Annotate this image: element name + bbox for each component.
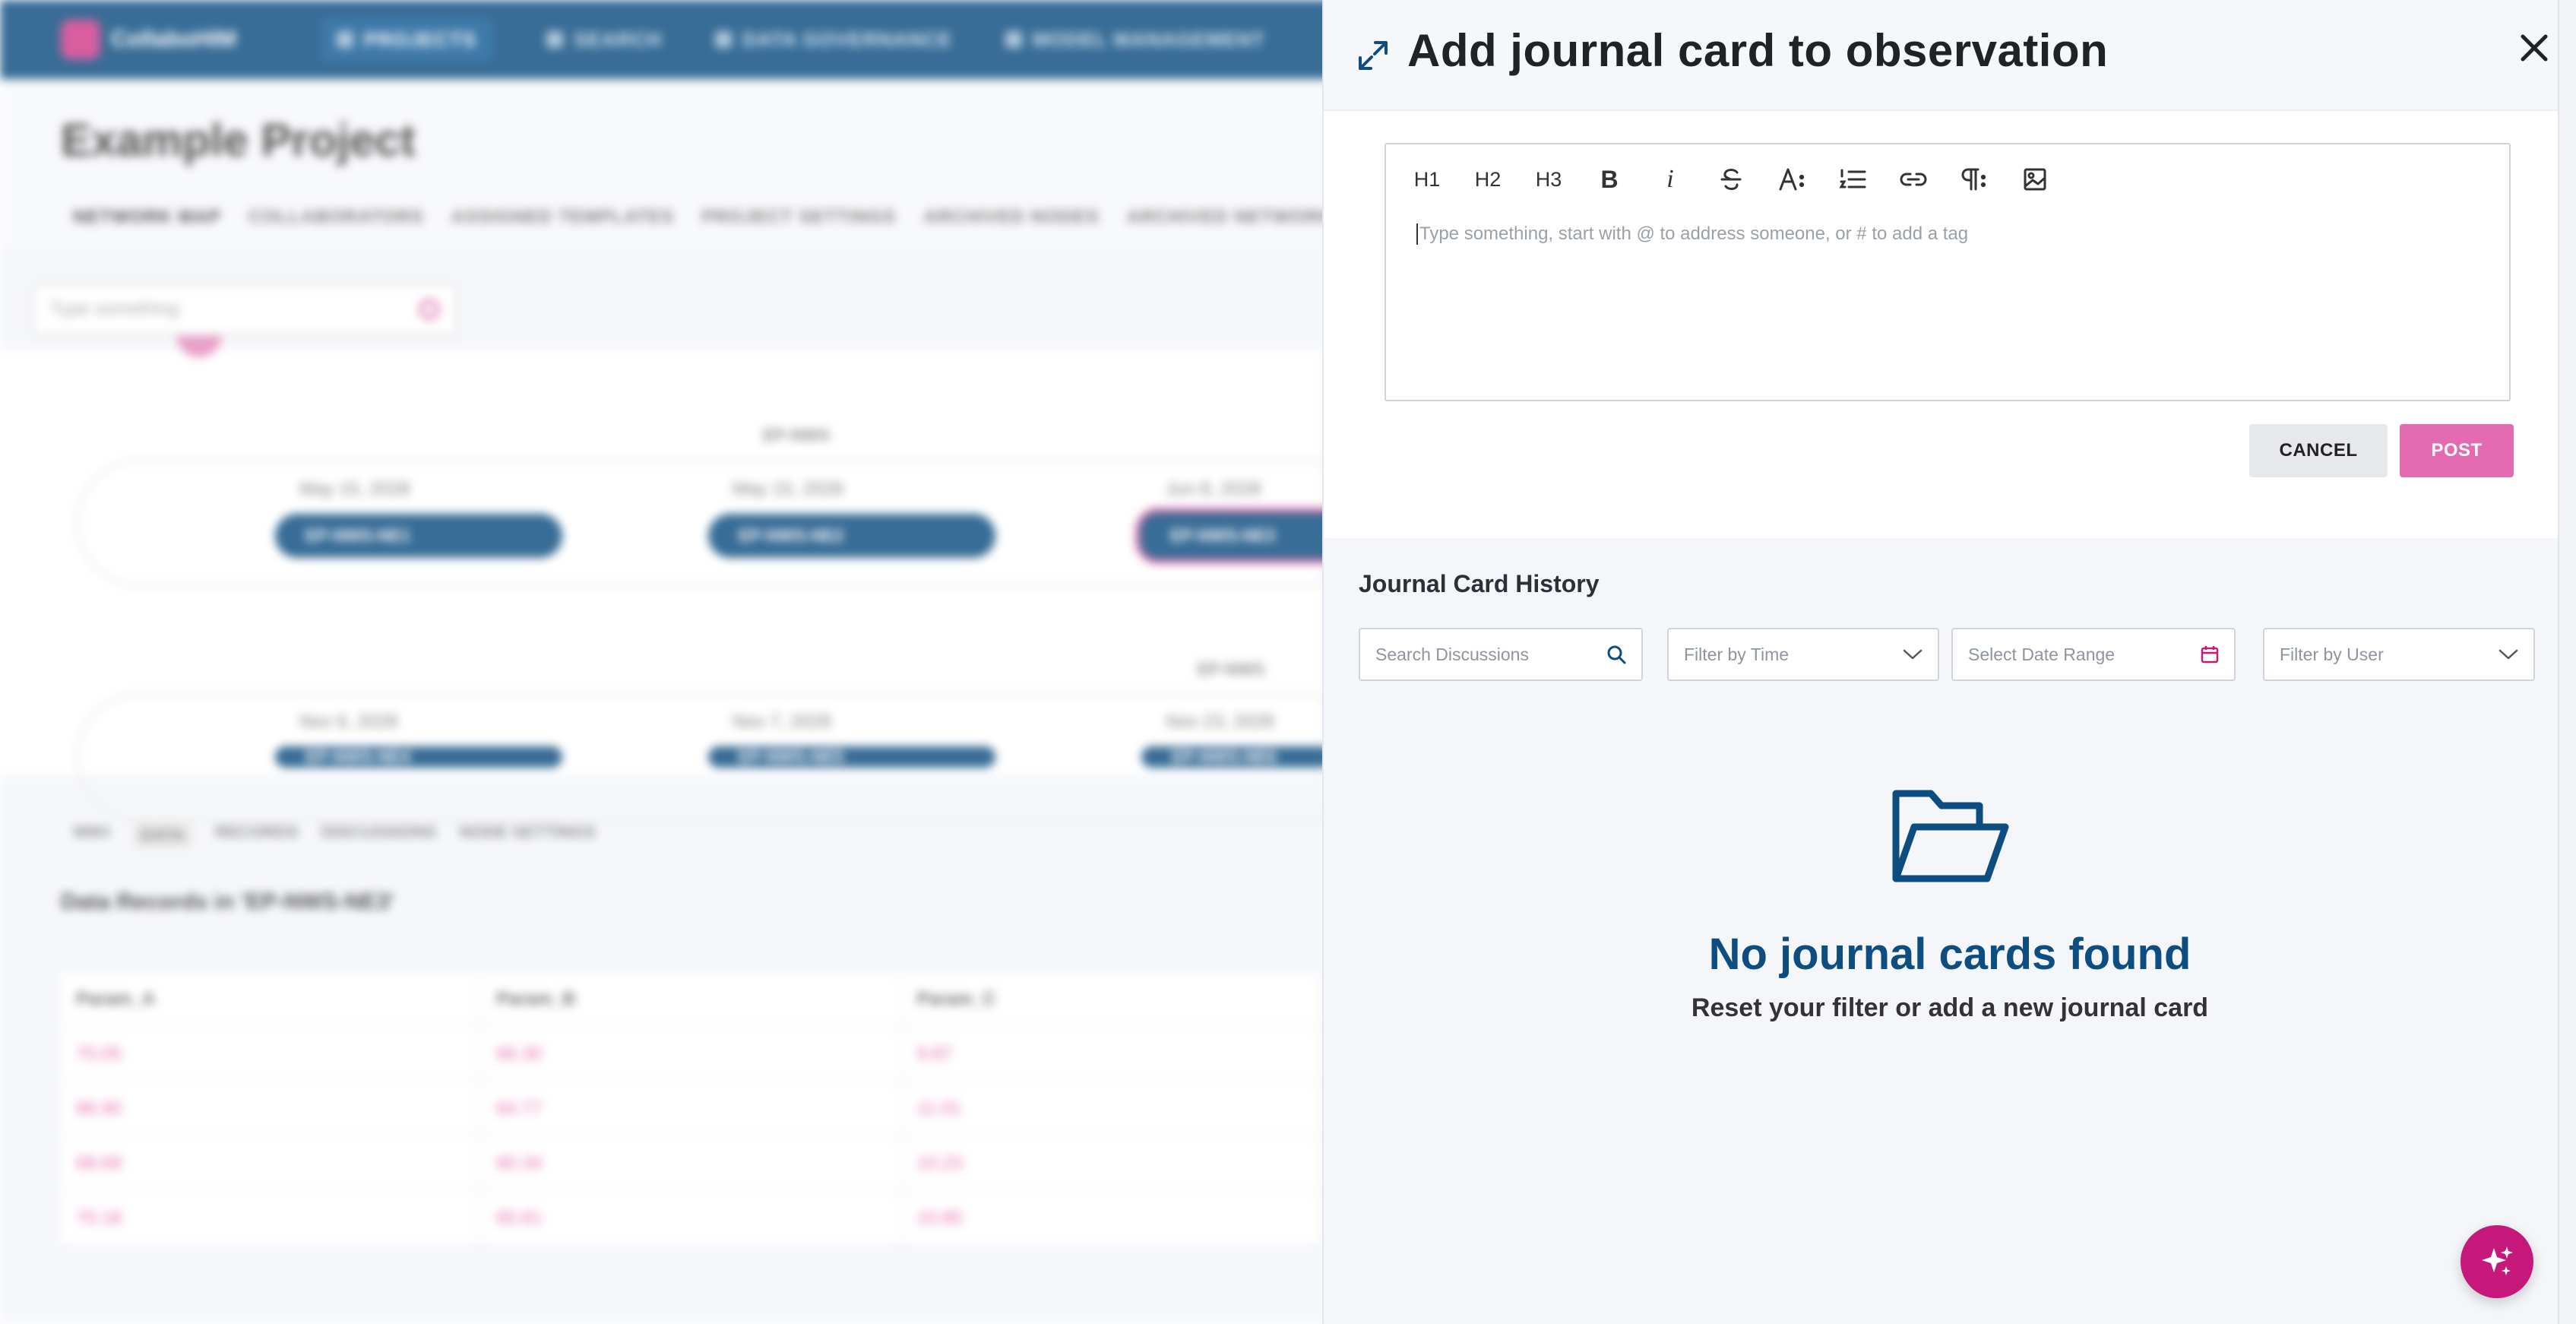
link-icon[interactable]: [1883, 158, 1944, 201]
numbered-list-icon[interactable]: [1822, 158, 1883, 201]
cancel-button[interactable]: CANCEL: [2249, 424, 2388, 477]
empty-state-title: No journal cards found: [1708, 930, 2191, 979]
empty-state: No journal cards found Reset your filter…: [1324, 783, 2576, 1023]
ai-assistant-button[interactable]: [2460, 1225, 2533, 1298]
image-icon[interactable]: [2005, 158, 2065, 201]
editor-placeholder: Type something, start with @ to address …: [1416, 223, 1968, 245]
filter-by-time-placeholder: Filter by Time: [1684, 644, 1790, 664]
close-icon[interactable]: [2515, 29, 2553, 67]
journal-card-drawer: Add journal card to observation H1 H2 H3…: [1322, 0, 2576, 1324]
search-discussions-input[interactable]: Search Discussions: [1359, 628, 1643, 681]
filter-by-user-select[interactable]: Filter by User: [2263, 628, 2535, 681]
rich-text-editor[interactable]: H1 H2 H3 B i Type something, start with …: [1385, 143, 2511, 401]
italic-button[interactable]: i: [1640, 158, 1701, 201]
expand-icon[interactable]: [1356, 38, 1391, 73]
date-range-placeholder: Select Date Range: [1968, 644, 2116, 664]
drawer-title: Add journal card to observation: [1407, 25, 2109, 76]
post-button[interactable]: POST: [2400, 424, 2514, 477]
search-discussions-placeholder: Search Discussions: [1375, 644, 1529, 664]
date-range-picker[interactable]: Select Date Range: [1951, 628, 2236, 681]
journal-composer: H1 H2 H3 B i Type something, start with …: [1324, 111, 2576, 538]
paragraph-icon[interactable]: [1944, 158, 2005, 201]
sparkle-icon: [2482, 1246, 2513, 1275]
font-size-icon[interactable]: [1761, 158, 1822, 201]
heading-2-button[interactable]: H2: [1457, 158, 1518, 201]
overlay-backdrop[interactable]: [0, 0, 1322, 1324]
bold-button[interactable]: B: [1579, 158, 1640, 201]
history-filters: Search Discussions Filter by Time Select…: [1359, 628, 2535, 681]
chevron-down-icon: [2498, 649, 2518, 660]
filter-by-time-select[interactable]: Filter by Time: [1667, 628, 1939, 681]
chevron-down-icon: [1903, 649, 1923, 660]
strikethrough-icon[interactable]: [1701, 158, 1761, 201]
heading-1-button[interactable]: H1: [1397, 158, 1457, 201]
search-icon: [1607, 645, 1626, 664]
calendar-icon: [2201, 646, 2219, 664]
history-title: Journal Card History: [1359, 570, 1600, 597]
heading-3-button[interactable]: H3: [1518, 158, 1579, 201]
empty-state-subtitle: Reset your filter or add a new journal c…: [1691, 993, 2209, 1022]
drawer-header: Add journal card to observation: [1324, 0, 2576, 111]
composer-actions: CANCEL POST: [2249, 424, 2514, 477]
scrollbar[interactable]: [2558, 0, 2576, 1324]
open-folder-icon: [1892, 790, 2009, 882]
filter-by-user-placeholder: Filter by User: [2280, 644, 2384, 664]
editor-toolbar: H1 H2 H3 B i: [1397, 158, 2065, 201]
